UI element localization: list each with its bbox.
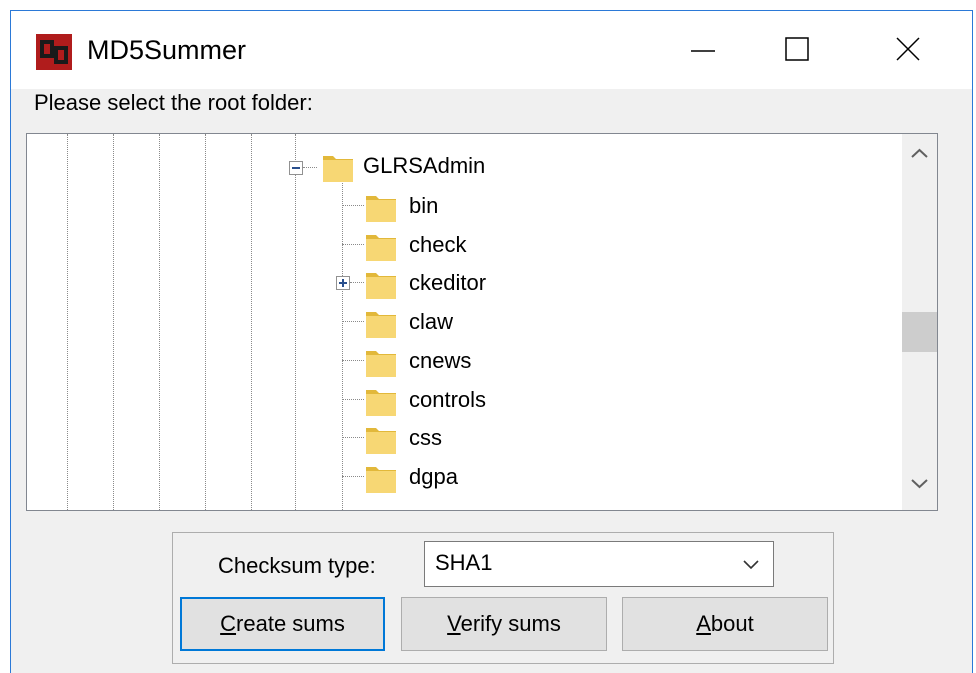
tree-node-label: GLRSAdmin: [363, 153, 486, 178]
tree-guide-line: [67, 134, 68, 510]
tree-node-cnews[interactable]: cnews: [322, 343, 622, 381]
tree-connector: [342, 205, 364, 206]
folder-icon: [366, 196, 396, 222]
tree-node-label: cnews: [409, 347, 472, 373]
tree-node-glrsadmin[interactable]: GLRSAdmin: [277, 150, 577, 188]
tree-guide-line: [251, 134, 252, 510]
folder-tree[interactable]: GLRSAdmin bin check ckeditor claw cnews contr…: [26, 133, 938, 511]
close-button[interactable]: [878, 26, 938, 74]
tree-connector: [342, 321, 364, 323]
close-icon: [896, 37, 920, 61]
checksum-type-value: SHA1: [435, 550, 493, 575]
scroll-down-arrow-icon[interactable]: [902, 472, 937, 502]
tree-guide-line: [113, 134, 114, 510]
tree-connector: [342, 398, 364, 400]
chevron-down-icon: [743, 560, 759, 570]
folder-icon: [366, 428, 396, 455]
checksum-type-label: Checksum type:: [218, 553, 376, 578]
create-sums-mnemonic: C: [220, 611, 237, 636]
tree-node-check[interactable]: check: [322, 227, 622, 265]
vertical-scrollbar[interactable]: [902, 134, 937, 510]
maximize-button[interactable]: [767, 26, 827, 74]
folder-icon: [366, 312, 396, 339]
tree-guide-line: [205, 134, 206, 510]
verify-sums-button[interactable]: Verify sums: [401, 597, 607, 651]
minimize-button[interactable]: [673, 26, 733, 74]
tree-node-bin[interactable]: bin: [322, 188, 622, 226]
folder-icon: [366, 389, 396, 416]
verify-sums-label: erify sums: [460, 611, 561, 636]
tree-node-label: dgpa: [409, 463, 458, 489]
tree-node-label: ckeditor: [409, 270, 487, 296]
root-folder-prompt: Please select the root folder:: [34, 90, 313, 115]
tree-connector: [342, 243, 364, 245]
create-sums-button[interactable]: Create sums: [180, 597, 385, 651]
md5summer-app-icon: [36, 34, 72, 70]
tree-connector: [342, 437, 364, 439]
folder-icon: [366, 234, 396, 261]
folder-icon: [366, 273, 396, 300]
about-label: bout: [710, 611, 754, 636]
tree-node-label: bin: [409, 193, 439, 218]
about-mnemonic: A: [696, 611, 711, 636]
scroll-thumb[interactable]: [902, 312, 937, 352]
tree-guide-line: [295, 134, 296, 510]
tree-node-label: controls: [409, 386, 487, 412]
tree-node-claw[interactable]: claw: [322, 304, 622, 342]
tree-node-label: claw: [409, 309, 454, 335]
tree-guide-line: [159, 134, 160, 510]
tree-node-controls[interactable]: controls: [322, 382, 622, 420]
tree-node-dgpa[interactable]: dgpa: [322, 459, 622, 497]
scroll-up-arrow-icon[interactable]: [902, 142, 937, 172]
title-bar[interactable]: MD5Summer: [11, 11, 972, 89]
about-button[interactable]: About: [622, 597, 828, 651]
folder-icon: [366, 466, 396, 493]
create-sums-label: reate sums: [236, 611, 345, 636]
tree-node-label: check: [409, 231, 467, 257]
verify-sums-mnemonic: V: [447, 611, 461, 636]
expand-icon[interactable]: [336, 276, 350, 291]
tree-connector: [342, 475, 364, 477]
tree-node-ckeditor[interactable]: ckeditor: [322, 265, 622, 303]
tree-node-label: css: [409, 425, 442, 451]
tree-connector: [342, 359, 364, 361]
window-title: MD5Summer: [87, 35, 247, 65]
tree-connector: [350, 282, 364, 284]
maximize-icon: [785, 37, 809, 61]
folder-icon: [323, 156, 353, 182]
checksum-type-select[interactable]: SHA1: [424, 541, 774, 587]
tree-node-css[interactable]: css: [322, 420, 622, 458]
tree-connector: [303, 167, 317, 168]
collapse-icon[interactable]: [289, 161, 303, 175]
folder-icon: [366, 350, 396, 377]
minimize-icon: [691, 50, 715, 52]
